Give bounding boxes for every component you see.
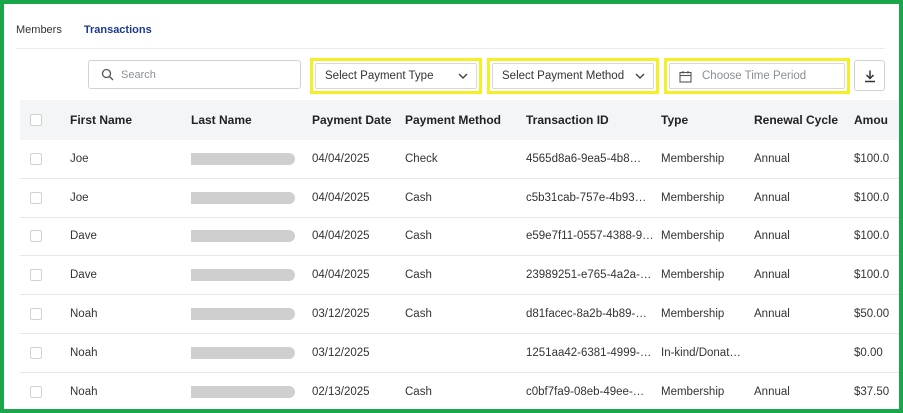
row-checkbox[interactable] [30,191,42,204]
transaction-id-cell: 4565d8a6-9ea5-4b8… [526,152,642,165]
transaction-id-cell: e59e7f11-0557-4388-9… [526,230,654,243]
renewal-cycle-cell: Annual [754,308,790,321]
amount-cell: $50.00 [854,308,890,321]
row-checkbox[interactable] [30,269,42,282]
row-checkbox[interactable] [30,308,42,321]
time-period-placeholder: Choose Time Period [702,70,807,82]
payment-date-cell: 04/04/2025 [312,191,370,204]
payment-method-cell: Cash [405,230,432,243]
first-name-cell: Noah [70,308,98,321]
payment-date-cell: 03/12/2025 [312,346,370,359]
amount-cell: $100.0 [854,230,890,243]
transaction-id-cell: d81facec-8a2b-4b89-… [526,308,647,321]
amount-cell: $100.0 [854,152,890,165]
row-checkbox[interactable] [30,346,42,359]
tab-divider [16,48,885,49]
renewal-cycle-cell: Annual [754,269,790,282]
column-header[interactable]: Renewal Cycle [754,113,854,127]
table-row[interactable]: Joe 04/04/2025 Check 4565d8a6-9ea5-4b8… … [20,140,899,179]
column-header[interactable]: Amou [854,113,899,127]
row-checkbox[interactable] [30,152,42,165]
redacted-last-name [191,385,295,398]
search-input[interactable] [121,68,291,81]
row-checkbox[interactable] [30,230,42,243]
payment-type-label: Select Payment Type [325,70,434,82]
redacted-last-name [191,308,295,321]
amount-cell: $37.50 [854,385,890,398]
payment-type-select[interactable]: Select Payment Type [310,58,482,94]
transactions-table: First Name Last Name Payment Date Paymen… [20,100,899,409]
payment-date-cell: 03/12/2025 [312,308,370,321]
transaction-id-cell: c0bf7fa9-08eb-49ee-… [526,385,645,398]
column-header[interactable]: Transaction ID [526,113,661,127]
chevron-down-icon [458,73,468,79]
download-icon [864,70,875,82]
table-header: First Name Last Name Payment Date Paymen… [20,100,899,140]
table-row[interactable]: Joe 04/04/2025 Cash c5b31cab-757e-4b93… … [20,179,899,218]
first-name-cell: Dave [70,230,97,243]
table-row[interactable]: Noah 02/13/2025 Cash c0bf7fa9-08eb-49ee-… [20,373,899,409]
transaction-id-cell: c5b31cab-757e-4b93… [526,191,647,204]
payment-method-cell: Cash [405,308,432,321]
type-cell: Membership [661,269,725,282]
payment-method-cell: Cash [405,385,432,398]
redacted-last-name [191,269,295,282]
chevron-down-icon [635,73,645,79]
renewal-cycle-cell: Annual [754,385,790,398]
payment-date-cell: 04/04/2025 [312,152,370,165]
type-cell: Membership [661,230,725,243]
column-header[interactable]: Payment Date [312,113,405,127]
row-checkbox[interactable] [30,385,42,398]
payment-date-cell: 04/04/2025 [312,230,370,243]
redacted-last-name [191,152,295,165]
column-header[interactable]: Payment Method [405,113,526,127]
payment-method-cell: Cash [405,191,432,204]
amount-cell: $100.0 [854,191,890,204]
column-header[interactable]: Type [661,113,754,127]
tab-bar: Members Transactions [16,24,152,36]
table-row[interactable]: Noah 03/12/2025 1251aa42-6381-4999-… In-… [20,334,899,373]
app-frame: Members Transactions Select Payment Type… [0,0,903,413]
calendar-icon [679,70,692,83]
payment-method-label: Select Payment Method [502,70,625,82]
table-row[interactable]: Dave 04/04/2025 Cash 23989251-e765-4a2a-… [20,256,899,296]
tab-transactions[interactable]: Transactions [84,24,152,36]
payment-method-cell: Cash [405,269,432,282]
first-name-cell: Dave [70,269,97,282]
tab-members[interactable]: Members [16,24,62,36]
redacted-last-name [191,346,295,359]
download-button[interactable] [854,60,885,91]
type-cell: Membership [661,385,725,398]
first-name-cell: Joe [70,191,89,204]
transaction-id-cell: 1251aa42-6381-4999-… [526,346,652,359]
renewal-cycle-cell: Annual [754,230,790,243]
amount-cell: $100.0 [854,269,890,282]
column-header[interactable]: Last Name [191,113,312,127]
payment-date-cell: 02/13/2025 [312,385,370,398]
table-row[interactable]: Noah 03/12/2025 Cash d81facec-8a2b-4b89-… [20,295,899,334]
redacted-last-name [191,230,295,243]
type-cell: Membership [661,152,725,165]
search-box[interactable] [88,60,301,89]
type-cell: In-kind/Donat… [661,346,741,359]
transaction-id-cell: 23989251-e765-4a2a-… [526,269,652,282]
redacted-last-name [191,191,295,204]
first-name-cell: Joe [70,152,89,165]
column-header[interactable]: First Name [70,113,191,127]
first-name-cell: Noah [70,346,98,359]
type-cell: Membership [661,191,725,204]
select-all-checkbox[interactable] [30,114,42,126]
payment-date-cell: 04/04/2025 [312,269,370,282]
payment-method-cell: Check [405,152,438,165]
payment-method-select[interactable]: Select Payment Method [487,58,659,94]
time-period-picker[interactable]: Choose Time Period [664,58,850,94]
search-icon [99,67,115,83]
type-cell: Membership [661,308,725,321]
amount-cell: $0.00 [854,346,883,359]
renewal-cycle-cell: Annual [754,152,790,165]
first-name-cell: Noah [70,385,98,398]
renewal-cycle-cell: Annual [754,191,790,204]
table-row[interactable]: Dave 04/04/2025 Cash e59e7f11-0557-4388-… [20,218,899,257]
